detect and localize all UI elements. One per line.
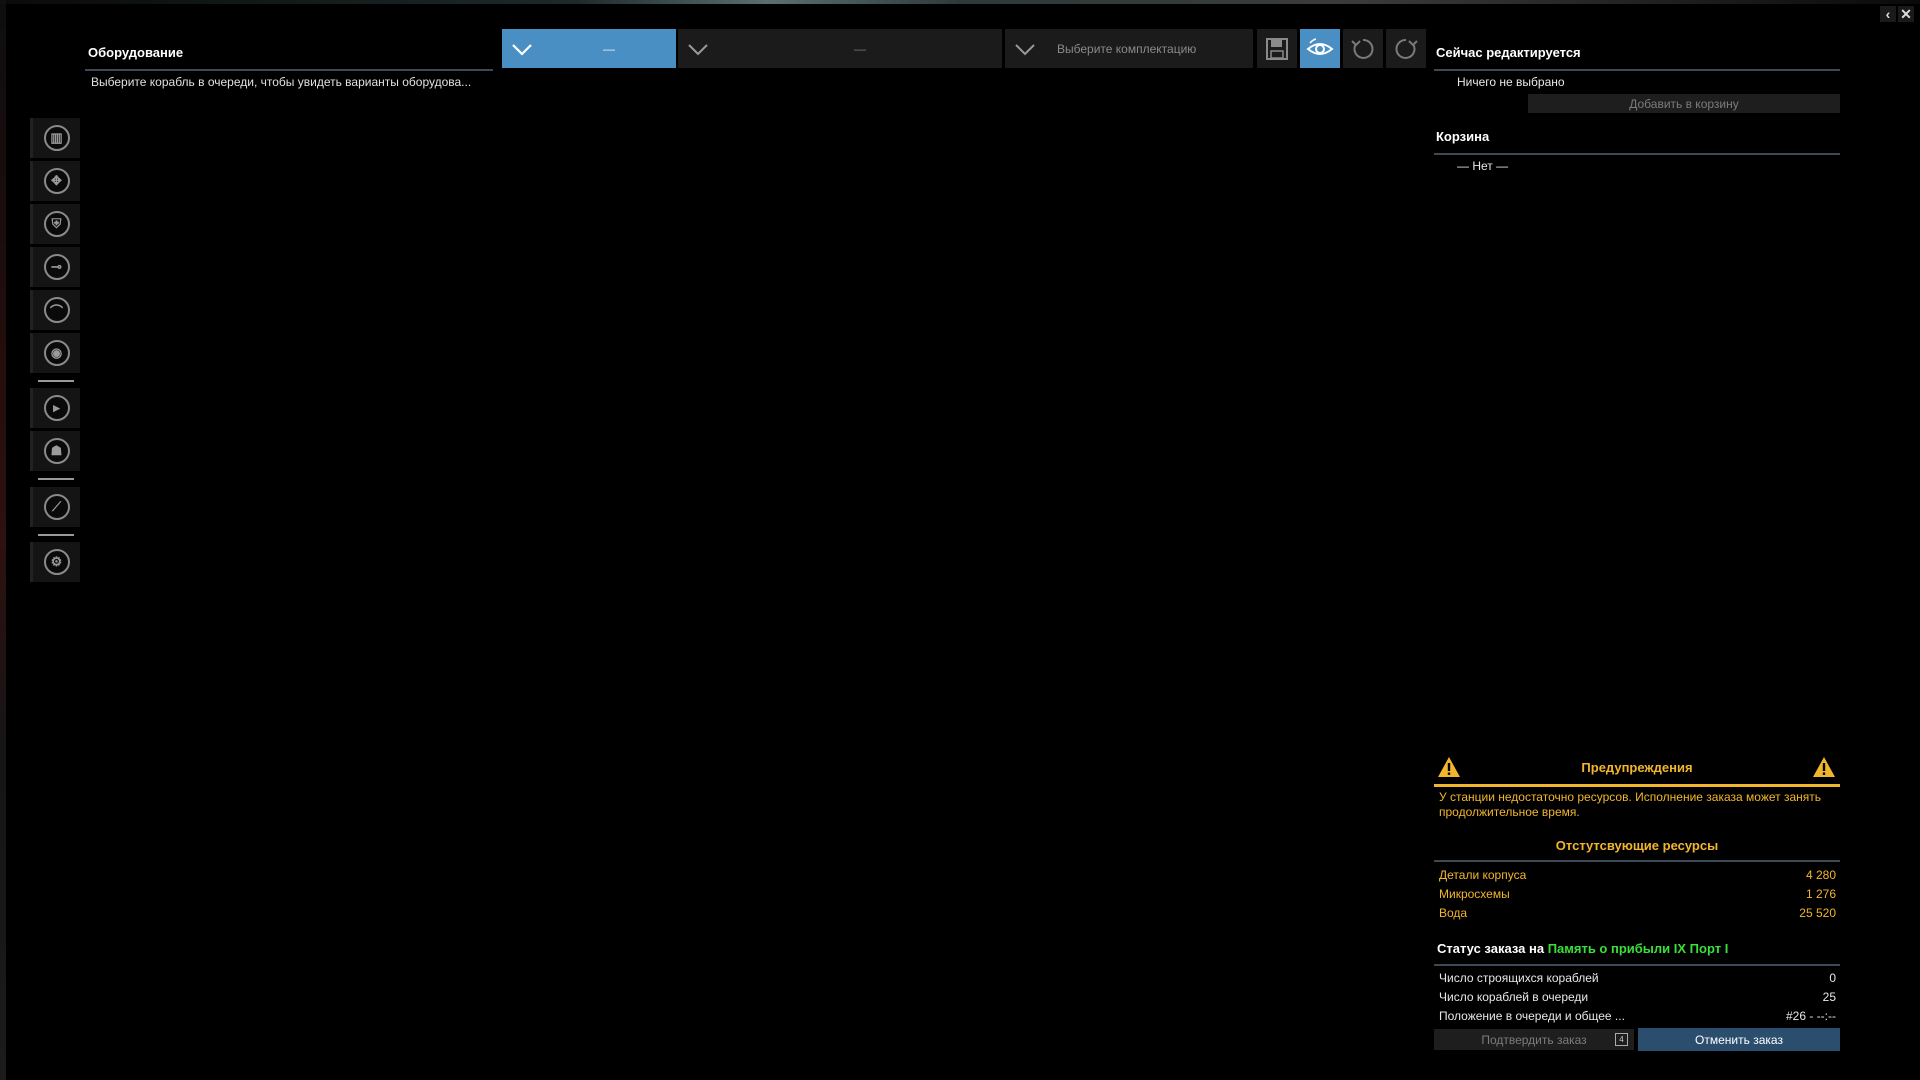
preview-eye-icon: [1306, 37, 1334, 55]
save-icon: [1266, 37, 1288, 60]
warnings-underline: [1434, 784, 1840, 787]
loadout-dropdown[interactable]: Выберите комплектацию: [1005, 29, 1253, 68]
weapon-icon: ⊸: [43, 254, 70, 280]
ship-class-dropdown[interactable]: —: [502, 29, 676, 68]
hotkey-badge: 4: [1615, 1033, 1628, 1046]
sidebar-missiles-button[interactable]: ▸: [30, 388, 80, 428]
sidebar-separator: [38, 380, 74, 382]
cart-title-underline: [1434, 153, 1840, 155]
chevron-down-icon: [678, 29, 718, 68]
crew-icon: ☗: [43, 438, 70, 464]
ship-model-dropdown[interactable]: —: [678, 29, 1002, 68]
sidebar-engines-button[interactable]: ▥: [30, 118, 80, 158]
stat-row: Число кораблей в очереди 25: [1439, 990, 1836, 1006]
missing-resources-underline: [1434, 860, 1840, 862]
redo-icon: [1395, 38, 1418, 59]
background-strip: [0, 0, 1920, 4]
background-edge: [0, 0, 6, 1080]
close-button[interactable]: ✕: [1898, 6, 1914, 22]
save-loadout-button[interactable]: [1257, 29, 1297, 68]
undo-icon: [1351, 38, 1374, 59]
cart-title: Корзина: [1436, 129, 1490, 144]
sidebar-thrusters-button[interactable]: ✥: [30, 161, 80, 201]
ship-class-value: —: [603, 41, 615, 56]
order-status-underline: [1434, 964, 1840, 966]
redo-button[interactable]: [1386, 29, 1426, 68]
sidebar-crew-button[interactable]: ☗: [30, 431, 80, 471]
back-button[interactable]: ‹: [1880, 6, 1896, 22]
sidebar-turrets-button[interactable]: ⌒: [30, 290, 80, 330]
confirm-order-button[interactable]: Подтвердить заказ 4: [1434, 1029, 1634, 1050]
cancel-order-button[interactable]: Отменить заказ: [1638, 1028, 1840, 1051]
editing-value: Ничего не выбрано: [1457, 75, 1565, 89]
resource-amount: 25 520: [1799, 906, 1836, 920]
order-status-prefix: Статус заказа на: [1437, 941, 1545, 956]
resource-amount: 4 280: [1805, 868, 1836, 882]
stat-value: #26 - --:--: [1785, 1009, 1836, 1023]
ship-model-value: —: [854, 41, 866, 56]
add-to-cart-button[interactable]: Добавить в корзину: [1528, 94, 1840, 113]
chevron-down-icon: [502, 29, 542, 68]
chevron-down-icon: [1005, 29, 1045, 68]
order-status-title: Статус заказа на Память о прибыли IX Пор…: [1437, 941, 1728, 956]
editing-title: Сейчас редактируется: [1436, 45, 1581, 60]
sidebar-paint-button[interactable]: ⟋: [30, 487, 80, 527]
paint-icon: ⟋: [43, 494, 70, 520]
resource-amount: 1 276: [1805, 887, 1836, 901]
stat-value: 0: [1829, 971, 1836, 985]
warning-text: У станции недостаточно ресурсов. Исполне…: [1439, 790, 1821, 819]
stat-label: Число кораблей в очереди: [1439, 990, 1589, 1004]
settings-gear-icon: ⚙: [43, 549, 70, 575]
resource-row: Детали корпуса 4 280: [1439, 868, 1836, 884]
sidebar-weapons-button[interactable]: ⊸: [30, 247, 80, 287]
warnings-title: Предупреждения: [1581, 760, 1693, 775]
turret-icon: ⌒: [43, 297, 70, 323]
sidebar-shields-button[interactable]: ⛨: [30, 204, 80, 244]
cart-empty-text: — Нет —: [1457, 159, 1509, 173]
editing-title-underline: [1434, 69, 1840, 71]
resource-row: Микросхемы 1 276: [1439, 887, 1836, 903]
thruster-icon: ✥: [43, 168, 70, 194]
preview-button[interactable]: [1300, 29, 1340, 68]
stat-row: Число строящихся кораблей 0: [1439, 971, 1836, 987]
stat-value: 25: [1822, 990, 1836, 1004]
missing-resources-title: Отстутсвующие ресурсы: [1555, 838, 1719, 853]
sidebar-separator: [38, 534, 74, 536]
resource-row: Вода 25 520: [1439, 906, 1836, 922]
stat-row: Положение в очереди и общее ... #26 - --…: [1439, 1009, 1836, 1025]
deployables-icon: ◉: [43, 340, 70, 366]
resource-name: Вода: [1439, 906, 1468, 920]
stat-label: Число строящихся кораблей: [1439, 971, 1599, 985]
sidebar-settings-button[interactable]: ⚙: [30, 542, 80, 582]
confirm-order-label: Подтвердить заказ: [1481, 1032, 1587, 1047]
engine-icon: ▥: [43, 125, 70, 151]
equipment-title: Оборудование: [88, 45, 184, 60]
order-status-ship-name: Память о прибыли IX Порт I: [1547, 941, 1729, 956]
shield-icon: ⛨: [43, 211, 70, 237]
stat-label: Положение в очереди и общее ...: [1439, 1009, 1625, 1023]
undo-button[interactable]: [1343, 29, 1383, 68]
loadout-placeholder: Выберите комплектацию: [1057, 41, 1197, 56]
resource-name: Детали корпуса: [1439, 868, 1527, 882]
resource-name: Микросхемы: [1439, 887, 1510, 901]
equipment-hint: Выберите корабль в очереди, чтобы увидет…: [91, 75, 472, 89]
sidebar-deployables-button[interactable]: ◉: [30, 333, 80, 373]
sidebar-separator: [38, 478, 74, 480]
missile-icon: ▸: [43, 395, 70, 421]
equipment-title-underline: [85, 69, 493, 71]
